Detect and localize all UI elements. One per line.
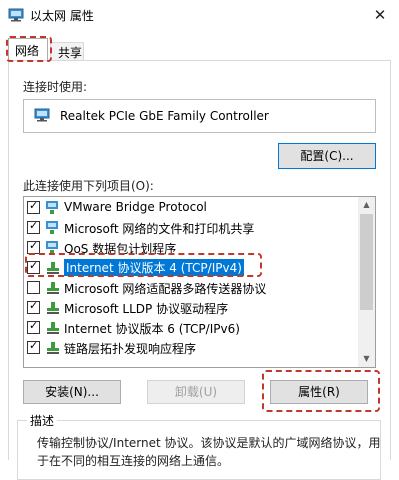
protocol-icon: [47, 302, 59, 314]
checkbox[interactable]: [27, 281, 40, 294]
scrollbar-thumb[interactable]: [360, 214, 373, 310]
description-title: 描述: [27, 412, 58, 429]
connect-using-label: 连接时使用:: [23, 80, 88, 94]
network-protocol-icon: [46, 201, 58, 214]
checkbox[interactable]: [27, 219, 40, 234]
description-text: 传输控制协议/Internet 协议。该协议是默认的广域网络协议，用: [37, 436, 381, 450]
list-item[interactable]: VMware Bridge Protocol: [27, 198, 357, 218]
description-text: 于在不同的相互连接的网络上通信。: [37, 454, 230, 468]
install-button[interactable]: 安装(N)...: [23, 380, 121, 404]
list-item-label: 链路层拓扑发现响应程序: [64, 342, 197, 356]
protocol-icon: [47, 322, 59, 334]
scroll-up-icon[interactable]: ▲: [358, 197, 375, 213]
list-item-label: Microsoft 网络适配器多路传送器协议: [64, 282, 267, 296]
tab-sharing[interactable]: 共享: [50, 42, 84, 60]
network-adapter-icon: [34, 108, 50, 122]
scroll-down-icon[interactable]: ▼: [358, 351, 375, 367]
close-button[interactable]: ✕: [362, 1, 398, 29]
checkbox[interactable]: [27, 339, 40, 354]
checkbox[interactable]: [27, 299, 40, 314]
list-item-label: VMware Bridge Protocol: [64, 200, 207, 214]
protocol-icon: [47, 282, 59, 294]
protocol-icon: [47, 342, 59, 354]
list-item[interactable]: Microsoft 网络的文件和打印机共享: [27, 218, 357, 238]
window-title: 以太网 属性: [30, 9, 94, 23]
uninstall-button[interactable]: 卸载(U): [147, 380, 245, 404]
checkbox[interactable]: [27, 319, 40, 334]
list-item[interactable]: Internet 协议版本 6 (TCP/IPv6): [27, 318, 357, 338]
highlight-annotation: [25, 253, 262, 277]
list-item-label: Internet 协议版本 6 (TCP/IPv6): [64, 322, 240, 336]
list-item-label: Microsoft 网络的文件和打印机共享: [64, 222, 255, 236]
list-item[interactable]: 链路层拓扑发现响应程序: [27, 338, 357, 356]
checkbox[interactable]: [27, 199, 40, 214]
list-item[interactable]: Microsoft LLDP 协议驱动程序: [27, 298, 357, 318]
network-adapter-icon: [8, 8, 24, 22]
list-item[interactable]: Microsoft 网络适配器多路传送器协议: [27, 278, 357, 298]
items-label: 此连接使用下列项目(O):: [23, 179, 154, 193]
configure-button[interactable]: 配置(C)...: [278, 143, 376, 169]
adapter-name: Realtek PCIe GbE Family Controller: [60, 109, 269, 123]
network-service-icon: [46, 221, 58, 234]
highlight-annotation: [262, 370, 380, 412]
list-item-label: Microsoft LLDP 协议驱动程序: [64, 302, 229, 316]
highlight-annotation: [6, 36, 52, 62]
